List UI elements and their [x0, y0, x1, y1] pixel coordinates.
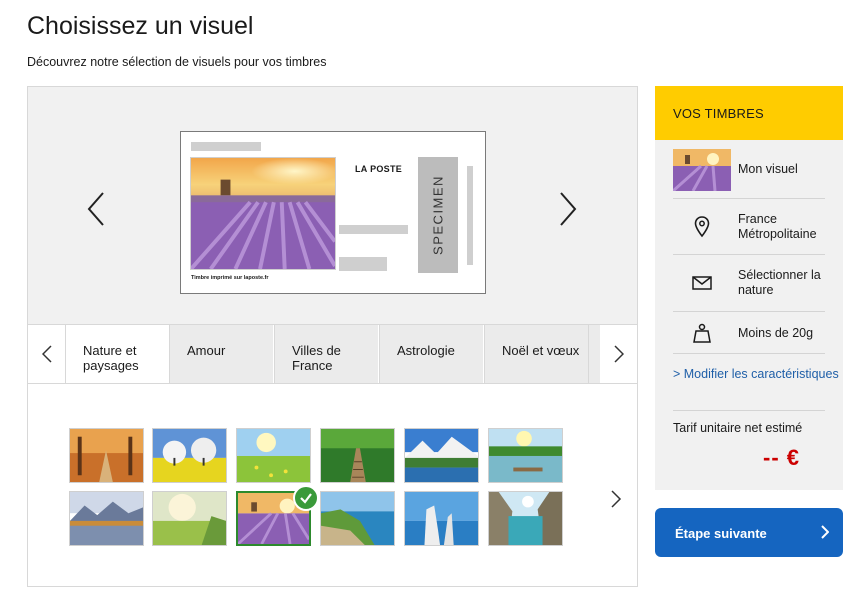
stamp-imprint: Timbre imprimé sur laposte.fr: [191, 275, 269, 281]
envelope-icon: [673, 255, 731, 311]
next-step-button[interactable]: Étape suivante: [655, 508, 843, 557]
tab-nature-et-paysages[interactable]: Nature et paysages: [65, 325, 169, 383]
stamp-preview: LA POSTE SPECIMEN Timbre imprimé sur lap…: [180, 131, 486, 294]
tab-astrologie[interactable]: Astrologie: [379, 325, 483, 383]
weight-text: Moins de 20g: [738, 326, 814, 340]
specimen-label: SPECIMEN: [430, 175, 446, 255]
summary-row-nature: Sélectionner la nature: [673, 255, 825, 312]
thumbnail-misty-field[interactable]: [152, 491, 227, 546]
thumbnail-blossom-field[interactable]: [152, 428, 227, 483]
tab-noel-et-voeux[interactable]: Noël et vœux: [484, 325, 588, 383]
chevron-right-icon: [560, 192, 577, 226]
chevron-right-icon: [821, 525, 829, 539]
preview-prev-button[interactable]: [86, 191, 106, 227]
thumbnail-cove-beach[interactable]: [488, 491, 563, 546]
thumbnails-next-button[interactable]: [610, 489, 622, 509]
tarif-label: Tarif unitaire net estimé: [673, 421, 803, 435]
tab-partial[interactable]: [588, 325, 600, 383]
thumbnail-etretat-cliffs[interactable]: [404, 491, 479, 546]
preview-next-button[interactable]: [558, 191, 578, 227]
stamp-preview-area: LA POSTE SPECIMEN Timbre imprimé sur lap…: [28, 87, 637, 324]
summary-row-destination: France Métropolitaine: [673, 199, 825, 255]
price-value: -- €: [763, 445, 800, 470]
chevron-left-icon: [41, 345, 52, 363]
visual-label: Mon visuel: [738, 162, 798, 176]
sidebar-heading: VOS TIMBRES: [655, 86, 843, 140]
specimen-block: SPECIMEN: [418, 157, 458, 273]
placeholder-bar: [191, 142, 261, 151]
modify-characteristics-link[interactable]: > Modifier les caractéristiques: [673, 367, 839, 382]
thumbnail-mountain-lake[interactable]: [404, 428, 479, 483]
placeholder-bar: [339, 257, 387, 271]
summary-row-visual: Mon visuel: [673, 142, 825, 199]
weight-icon: [673, 312, 731, 353]
thumbnail-coastal-cliff[interactable]: [320, 491, 395, 546]
lavender-image-icon: [673, 149, 731, 191]
placeholder-bar: [467, 166, 473, 265]
chevron-left-icon: [87, 192, 104, 226]
summary-row-weight: Moins de 20g: [673, 312, 825, 354]
nature-text: Sélectionner la nature: [738, 268, 821, 297]
tab-villes-de-france[interactable]: Villes de France: [274, 325, 378, 383]
tabs-next-button[interactable]: [600, 325, 637, 383]
page-title: Choisissez un visuel: [27, 12, 254, 40]
page-subtitle: Découvrez notre sélection de visuels pou…: [27, 55, 327, 69]
thumbnail-lake-pier[interactable]: [488, 428, 563, 483]
chevron-right-icon: [613, 345, 624, 363]
thumbnail-alpine-lake[interactable]: [69, 491, 144, 546]
summary-sidebar: VOS TIMBRES Mon visuel France Métropolit…: [655, 86, 843, 490]
category-tabs: Nature et paysages Amour Villes de Franc…: [28, 324, 637, 384]
thumbnail-forest-bridge[interactable]: [320, 428, 395, 483]
chevron-right-icon: [611, 490, 622, 508]
thumbnail-autumn-path[interactable]: [69, 428, 144, 483]
stamp-image-lavender: [190, 157, 336, 270]
thumbnail-sunny-meadow[interactable]: [236, 428, 311, 483]
stamp-brand: LA POSTE: [355, 164, 403, 174]
destination-text: France Métropolitaine: [738, 212, 817, 241]
visual-thumbnail: [673, 142, 731, 198]
selected-check-icon: [293, 485, 319, 511]
location-pin-icon: [673, 199, 731, 254]
divider: [673, 354, 825, 411]
tabs-prev-button[interactable]: [28, 325, 65, 383]
placeholder-bar: [339, 225, 408, 234]
next-step-label: Étape suivante: [675, 526, 767, 541]
tab-amour[interactable]: Amour: [169, 325, 273, 383]
